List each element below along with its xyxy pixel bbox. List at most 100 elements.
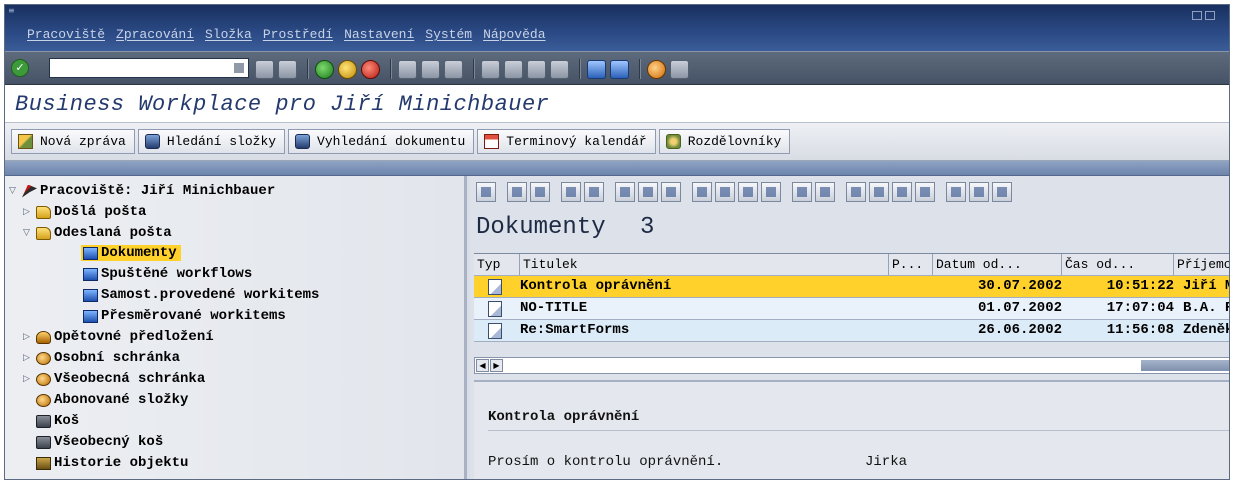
menu-napoveda[interactable]: Nápověda [483, 27, 545, 42]
folder-tree: ▽ Pracoviště: Jiří Minichbauer ▷ Došlá p… [5, 176, 467, 479]
horizontal-scrollbar[interactable]: ◀ ▶ [474, 357, 1229, 374]
toolbar-separator [307, 59, 309, 79]
table-header: Typ Titulek P... Datum od... Čas od... P… [474, 254, 1229, 276]
tree-item-object-history[interactable]: Historie objektu [36, 453, 188, 473]
scroll-left-icon[interactable]: ◀ [476, 359, 489, 372]
tree-item-documents[interactable]: Dokumenty [81, 243, 181, 263]
minimize-icon[interactable] [1192, 11, 1202, 20]
type-cell [474, 276, 520, 297]
sum-icon[interactable] [869, 182, 889, 202]
subtotal-icon[interactable] [892, 182, 912, 202]
tree-item-label: Koš [54, 413, 80, 429]
collapsed-icon[interactable]: ▷ [23, 374, 32, 384]
tree-item-started-workflows[interactable]: Spuštěné workflows [83, 264, 252, 284]
tree-item-private-folders[interactable]: ▷ Osobní schránka [23, 348, 180, 368]
column-header-title[interactable]: Titulek [520, 254, 889, 275]
menu-system[interactable]: Systém [425, 27, 472, 42]
appointment-calendar-button[interactable]: Terminový kalendář [477, 129, 656, 154]
find-document-button[interactable]: Vyhledání dokumentu [288, 129, 475, 154]
shared-folder-icon [36, 372, 51, 386]
display-icon[interactable] [507, 182, 527, 202]
column-header-recipient[interactable]: Příjemce [1174, 254, 1229, 275]
menu-pracoviste[interactable]: Pracoviště [27, 27, 105, 42]
command-field[interactable] [49, 58, 249, 78]
tree-item-shared-folders[interactable]: ▷ Všeobecná schránka [23, 369, 205, 389]
copy-icon[interactable] [638, 182, 658, 202]
menu-nastaveni[interactable]: Nastavení [344, 27, 414, 42]
tree-item-trash[interactable]: Koš [36, 411, 79, 431]
history-icon [36, 456, 51, 470]
scrollbar-thumb[interactable] [1141, 360, 1229, 371]
enter-button[interactable]: ✓ [11, 59, 29, 77]
refresh-icon[interactable] [476, 182, 496, 202]
print-icon[interactable] [398, 59, 417, 79]
link-icon[interactable] [692, 182, 712, 202]
tree-item-label: Všeobecný koš [54, 434, 164, 450]
column-header-date[interactable]: Datum od... [933, 254, 1062, 275]
expanded-icon[interactable]: ▽ [9, 186, 18, 196]
pen-icon[interactable] [715, 182, 735, 202]
first-page-icon[interactable] [481, 59, 500, 79]
forward-icon[interactable] [615, 182, 635, 202]
collapsed-icon[interactable]: ▷ [23, 353, 32, 363]
maximize-icon[interactable] [1205, 11, 1215, 20]
cancel-icon[interactable] [361, 59, 380, 79]
selected-node: Dokumenty [81, 245, 181, 261]
print-icon[interactable] [792, 182, 812, 202]
priority-cell [889, 276, 933, 297]
back-icon[interactable] [315, 59, 334, 79]
menu-zpracovani[interactable]: Zpracování [116, 27, 194, 42]
column-header-time[interactable]: Čas od... [1062, 254, 1174, 275]
tree-item-subscribed-folders[interactable]: Abonované složky [36, 390, 188, 410]
tree-item-executed-workitems[interactable]: Samost.provedené workitems [83, 285, 319, 305]
layout-icon[interactable] [969, 182, 989, 202]
collapsed-icon[interactable]: ▷ [23, 207, 32, 217]
last-page-icon[interactable] [550, 59, 569, 79]
save-icon[interactable] [278, 59, 297, 79]
shortcut-icon[interactable] [610, 59, 629, 79]
delete-icon[interactable] [661, 182, 681, 202]
tree-item-resubmission[interactable]: ▷ Opětovné předložení [23, 327, 214, 347]
attach-icon[interactable] [738, 182, 758, 202]
tree-item-shared-trash[interactable]: Všeobecný koš [36, 432, 163, 452]
tree-item-outbox[interactable]: ▽ Odeslaná pošta [23, 223, 172, 243]
print-list-icon[interactable] [584, 182, 604, 202]
command-history-icon[interactable] [234, 63, 244, 73]
help-icon[interactable] [647, 59, 666, 79]
menu-prostredi[interactable]: Prostředí [263, 27, 333, 42]
collapsed-icon[interactable]: ▷ [23, 332, 32, 342]
back-arrow-icon[interactable] [255, 59, 274, 79]
scroll-right-icon[interactable]: ▶ [490, 359, 503, 372]
layout-menu-icon[interactable] [670, 59, 689, 79]
find-folder-button[interactable]: Hledání složky [137, 129, 286, 154]
tree-item-forwarded-workitems[interactable]: Přesměrované workitems [83, 306, 286, 326]
tree-item-inbox[interactable]: ▷ Došlá pošta [23, 202, 146, 222]
table-row[interactable]: NO-TITLE 01.07.2002 17:07:04 B.A. Pave [474, 298, 1229, 320]
new-message-button[interactable]: Nová zpráva [11, 129, 135, 154]
find-next-icon[interactable] [444, 59, 463, 79]
filter-icon[interactable] [915, 182, 935, 202]
exit-icon[interactable] [338, 59, 357, 79]
column-header-type[interactable]: Typ [474, 254, 520, 275]
edit-icon[interactable] [530, 182, 550, 202]
command-input[interactable] [50, 60, 248, 78]
menu-slozka[interactable]: Složka [205, 27, 252, 42]
next-page-icon[interactable] [527, 59, 546, 79]
expanded-icon[interactable]: ▽ [23, 228, 32, 238]
find-icon[interactable] [992, 182, 1012, 202]
date-cell: 01.07.2002 [977, 300, 1062, 316]
list-toolbar [476, 182, 1015, 202]
export-icon[interactable] [815, 182, 835, 202]
sort-ascending-icon[interactable] [561, 182, 581, 202]
find-icon[interactable] [421, 59, 440, 79]
set-filter-icon[interactable] [946, 182, 966, 202]
tree-root[interactable]: ▽ Pracoviště: Jiří Minichbauer [9, 181, 275, 201]
attach-list-icon[interactable] [761, 182, 781, 202]
distribution-lists-button[interactable]: Rozdělovníky [658, 129, 791, 154]
column-header-priority[interactable]: P... [889, 254, 933, 275]
new-session-icon[interactable] [587, 59, 606, 79]
previous-page-icon[interactable] [504, 59, 523, 79]
table-row[interactable]: Re:SmartForms 26.06.2002 11:56:08 Zdeněk… [474, 320, 1229, 342]
details-icon[interactable] [846, 182, 866, 202]
table-row[interactable]: Kontrola oprávnění 30.07.2002 10:51:22 J… [474, 276, 1229, 298]
